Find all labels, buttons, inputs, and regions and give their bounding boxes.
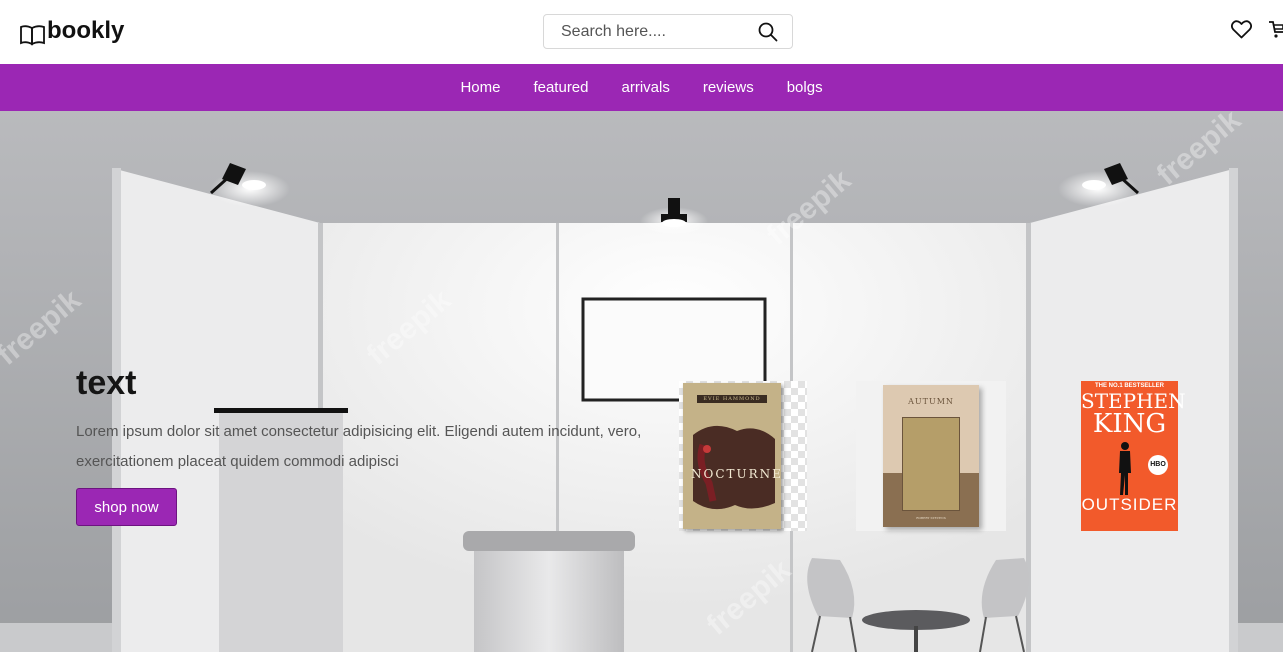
- cart-icon[interactable]: [1269, 20, 1283, 40]
- nav-featured[interactable]: featured: [533, 79, 588, 96]
- shop-now-button[interactable]: shop now: [76, 488, 177, 526]
- logo-text: bookly: [47, 17, 125, 44]
- book-cover-autumn[interactable]: AUTUMN ROBERT STEVENS: [856, 381, 1006, 531]
- search-input[interactable]: [561, 15, 761, 48]
- search-box: [543, 14, 793, 49]
- hero-description: Lorem ipsum dolor sit amet consectetur a…: [76, 423, 642, 470]
- book-cover-nocturne[interactable]: EVIE HAMMOND NOCTURNE: [679, 381, 807, 531]
- heart-icon[interactable]: [1231, 20, 1252, 39]
- nav-arrivals[interactable]: arrivals: [622, 79, 670, 96]
- book-open-icon: [20, 25, 45, 46]
- nav-bolgs[interactable]: bolgs: [787, 79, 823, 96]
- hero-section: EVIE HAMMOND NOCTURNE AUTUMN ROBERT STEV…: [0, 111, 1283, 652]
- hero-title: text: [76, 364, 137, 402]
- book-2-author: ROBERT STEVENS: [916, 516, 946, 520]
- book-3-title: OUTSIDER: [1081, 495, 1178, 514]
- hero-text-block: text Lorem ipsum dolor sit amet consecte…: [76, 363, 676, 477]
- search-icon[interactable]: [758, 22, 778, 42]
- nav-home[interactable]: Home: [460, 79, 500, 96]
- book-3-author-line2: KING: [1092, 409, 1167, 439]
- nav-reviews[interactable]: reviews: [703, 79, 754, 96]
- navbar: Home featured arrivals reviews bolgs: [0, 64, 1283, 111]
- hbo-badge: HBO: [1148, 455, 1168, 475]
- book-2-title: AUTUMN: [908, 397, 954, 406]
- header: bookly: [0, 0, 1283, 64]
- horse-illustration: [693, 425, 775, 510]
- book-cover-outsider[interactable]: THE NO.1 BESTSELLER STEPHEN KING HBO OUT…: [1081, 381, 1186, 531]
- logo[interactable]: bookly: [20, 16, 124, 46]
- book-1-title: NOCTURNE: [691, 467, 783, 481]
- silhouette-figure: [1119, 442, 1131, 495]
